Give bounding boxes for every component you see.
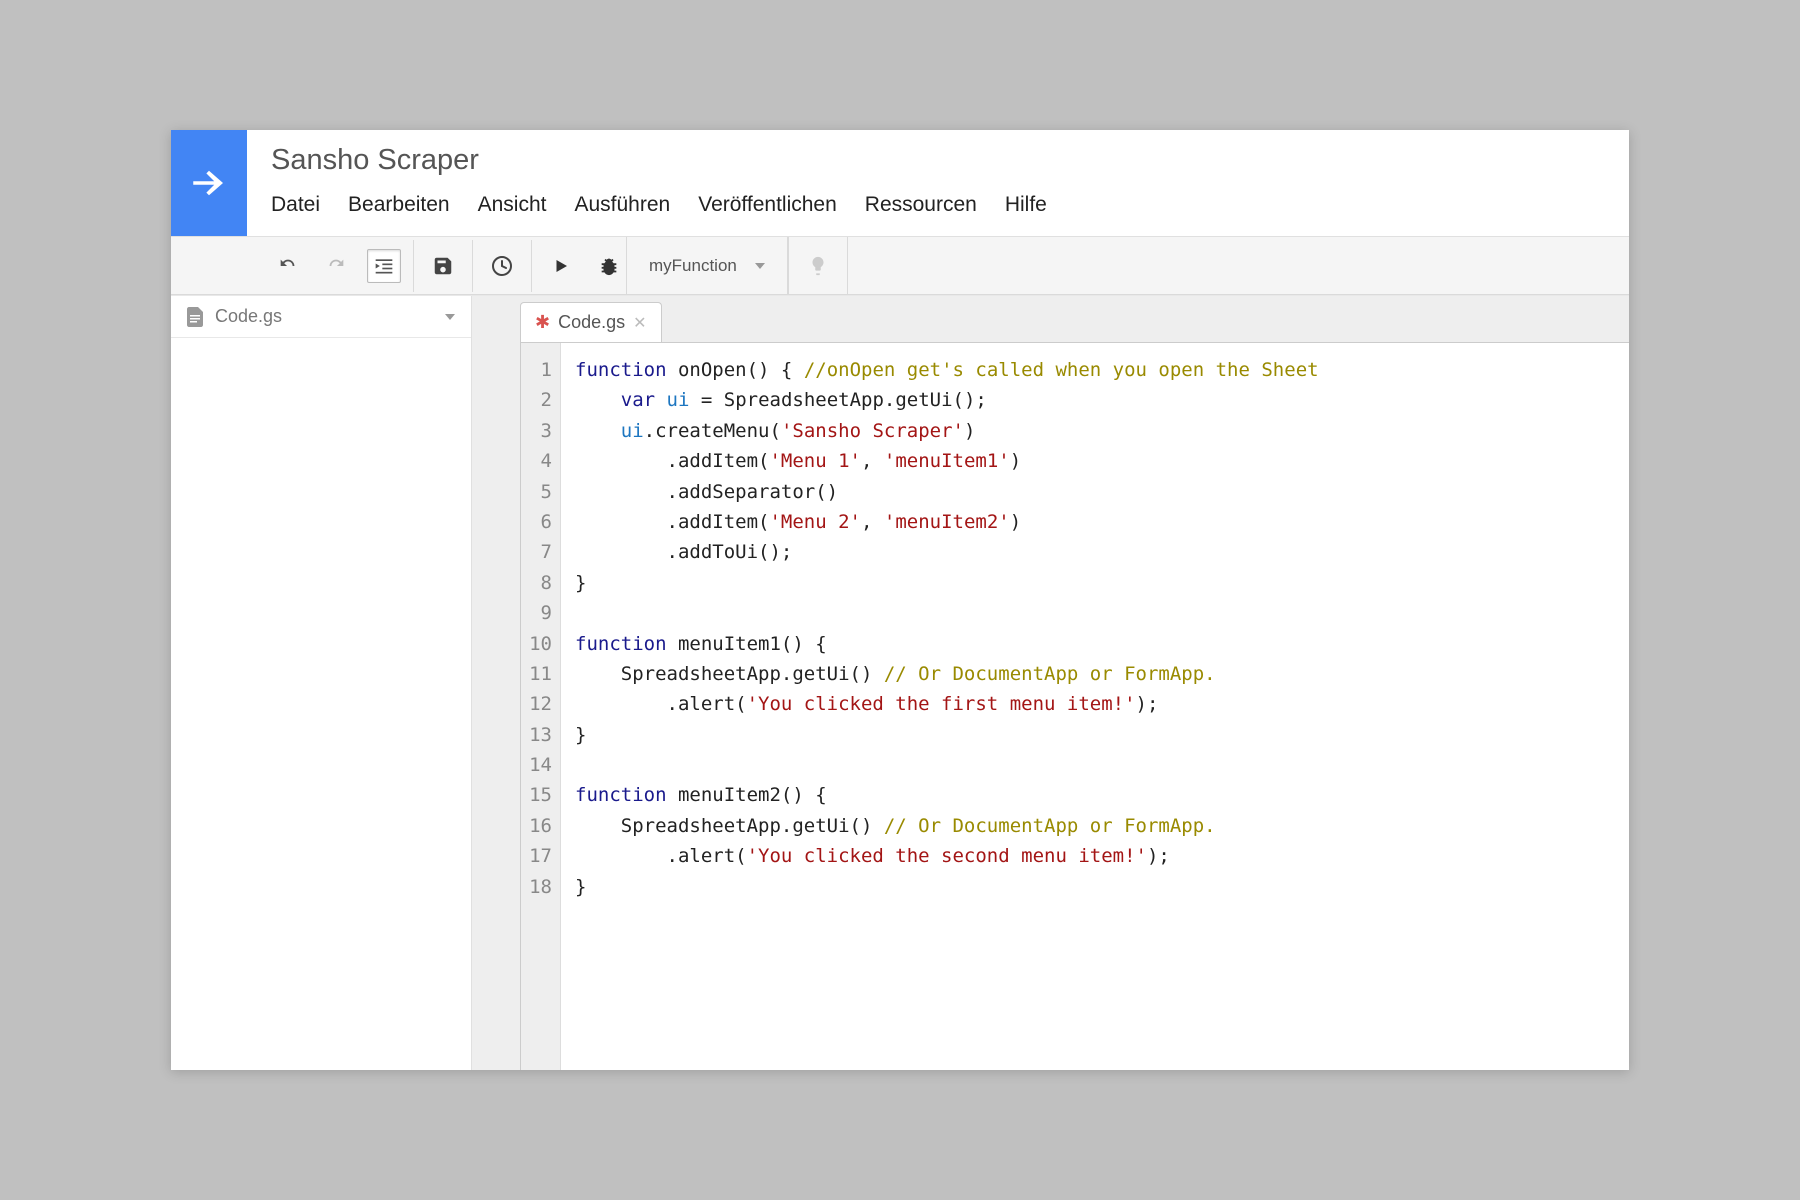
modified-indicator-icon: ✱ <box>535 312 550 333</box>
file-entry-label: Code.gs <box>215 306 282 327</box>
toolbar-separator <box>472 240 473 292</box>
redo-button[interactable] <box>319 249 353 283</box>
function-select-label: myFunction <box>649 256 737 276</box>
triggers-button[interactable] <box>485 249 519 283</box>
toolbar: myFunction <box>171 237 1629 295</box>
function-select[interactable]: myFunction <box>626 237 788 295</box>
menu-help[interactable]: Hilfe <box>1005 193 1047 217</box>
menu-publish[interactable]: Veröffentlichen <box>698 193 837 217</box>
app-window: Sansho Scraper Datei Bearbeiten Ansicht … <box>171 130 1629 1070</box>
chevron-down-icon <box>755 263 765 269</box>
indent-button[interactable] <box>367 249 401 283</box>
menu-file[interactable]: Datei <box>271 193 320 217</box>
run-button[interactable] <box>544 249 578 283</box>
project-title[interactable]: Sansho Scraper <box>271 144 1047 177</box>
lightbulb-button[interactable] <box>788 237 848 295</box>
clock-icon <box>490 254 514 278</box>
menu-run[interactable]: Ausführen <box>574 193 670 217</box>
toolbar-separator <box>413 240 414 292</box>
menu-resources[interactable]: Ressourcen <box>865 193 977 217</box>
bug-icon <box>598 255 620 277</box>
toolbar-separator <box>531 240 532 292</box>
undo-icon <box>277 255 299 277</box>
line-gutter: 123456789101112131415161718 <box>521 343 561 1070</box>
code-editor[interactable]: 123456789101112131415161718 function onO… <box>520 342 1629 1070</box>
file-icon <box>187 307 205 327</box>
lightbulb-icon <box>807 255 829 277</box>
tab-code-gs[interactable]: ✱ Code.gs ✕ <box>520 302 662 342</box>
menu-bar: Datei Bearbeiten Ansicht Ausführen Veröf… <box>271 193 1047 217</box>
header: Sansho Scraper Datei Bearbeiten Ansicht … <box>171 130 1629 237</box>
menu-view[interactable]: Ansicht <box>478 193 547 217</box>
redo-icon <box>325 255 347 277</box>
close-tab-button[interactable]: ✕ <box>633 313 646 333</box>
save-button[interactable] <box>426 249 460 283</box>
tab-label: Code.gs <box>558 312 625 333</box>
menu-edit[interactable]: Bearbeiten <box>348 193 450 217</box>
chevron-down-icon <box>445 314 455 320</box>
editor-area: ✱ Code.gs ✕ 123456789101112131415161718 … <box>472 296 1629 1070</box>
code-content[interactable]: function onOpen() { //onOpen get's calle… <box>561 343 1629 1070</box>
main-area: Code.gs ✱ Code.gs ✕ 12345678910111213141… <box>171 295 1629 1070</box>
play-icon <box>552 257 570 275</box>
file-entry-code-gs[interactable]: Code.gs <box>171 296 471 338</box>
undo-button[interactable] <box>271 249 305 283</box>
file-sidebar: Code.gs <box>171 296 472 1070</box>
debug-button[interactable] <box>592 249 626 283</box>
indent-icon <box>374 257 394 275</box>
arrow-right-icon <box>188 162 230 204</box>
tab-bar: ✱ Code.gs ✕ <box>472 296 1629 342</box>
save-icon <box>432 255 454 277</box>
app-logo <box>171 130 247 236</box>
